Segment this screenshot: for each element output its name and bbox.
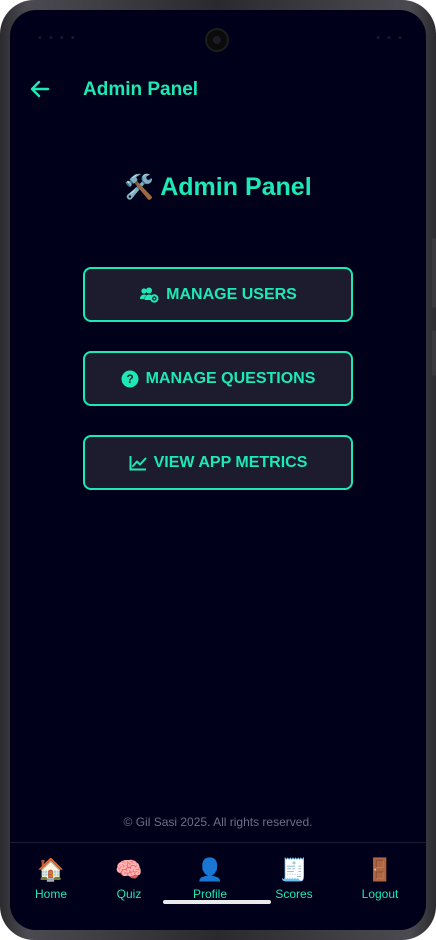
- page-title-text: Admin Panel: [160, 173, 312, 201]
- brain-icon: 🧠: [115, 857, 143, 882]
- manage-questions-label: MANAGE QUESTIONS: [145, 369, 316, 387]
- screen: ▪ ▪ ▪ ▪ ▪ ▪ ▪ Admin Panel 🛠️Admin Panel: [10, 10, 426, 930]
- manage-questions-button[interactable]: ? MANAGE QUESTIONS: [83, 351, 353, 406]
- nav-item-logout[interactable]: 🚪 Logout: [345, 857, 415, 901]
- manage-users-button[interactable]: MANAGE USERS: [83, 267, 353, 322]
- nav-item-label: Home: [34, 887, 67, 901]
- status-icons-left: ▪ ▪ ▪ ▪: [38, 32, 77, 44]
- manage-users-label: MANAGE USERS: [166, 285, 297, 303]
- power-button: [432, 330, 436, 376]
- view-app-metrics-label: VIEW APP METRICS: [153, 453, 308, 471]
- nav-item-label: Profile: [192, 887, 227, 901]
- copyright-text: © Gil Sasi 2025. All rights reserved.: [123, 815, 313, 829]
- nav-item-quiz[interactable]: 🧠 Quiz: [94, 857, 164, 901]
- door-icon: 🚪: [366, 857, 394, 882]
- nav-item-label: Quiz: [116, 887, 142, 901]
- nav-item-profile[interactable]: 👤 Profile: [175, 857, 245, 901]
- line-chart-icon: [129, 455, 147, 471]
- app-bar: Admin Panel: [10, 70, 426, 110]
- page-title: 🛠️ Admin Panel: [10, 173, 426, 202]
- tools-icon: 🛠️: [124, 174, 155, 201]
- volume-button: [432, 238, 436, 308]
- question-circle-icon: ?: [121, 370, 139, 388]
- svg-text:?: ?: [126, 372, 133, 386]
- home-icon: 🏠: [37, 857, 65, 882]
- nav-item-label: Scores: [275, 887, 313, 901]
- app-bar-title: Admin Panel: [83, 79, 199, 100]
- receipt-icon: 🧾: [280, 857, 308, 882]
- nav-item-scores[interactable]: 🧾 Scores: [259, 857, 329, 901]
- back-arrow-icon[interactable]: [28, 77, 52, 101]
- view-app-metrics-button[interactable]: VIEW APP METRICS: [83, 435, 353, 490]
- nav-item-home[interactable]: 🏠 Home: [16, 857, 86, 901]
- nav-item-label: Logout: [361, 887, 399, 901]
- users-cog-icon: [139, 287, 159, 303]
- status-icons-right: ▪ ▪ ▪: [376, 32, 404, 44]
- camera-icon: [205, 28, 229, 52]
- profile-icon: 👤: [196, 857, 224, 882]
- bottom-nav: 🏠 Home 🧠 Quiz 👤 Profile 🧾 Scores 🚪 Logou…: [10, 842, 426, 930]
- status-bar: ▪ ▪ ▪ ▪ ▪ ▪ ▪: [10, 10, 426, 52]
- phone-frame: ▪ ▪ ▪ ▪ ▪ ▪ ▪ Admin Panel 🛠️Admin Panel: [0, 0, 436, 940]
- home-indicator[interactable]: [163, 900, 271, 904]
